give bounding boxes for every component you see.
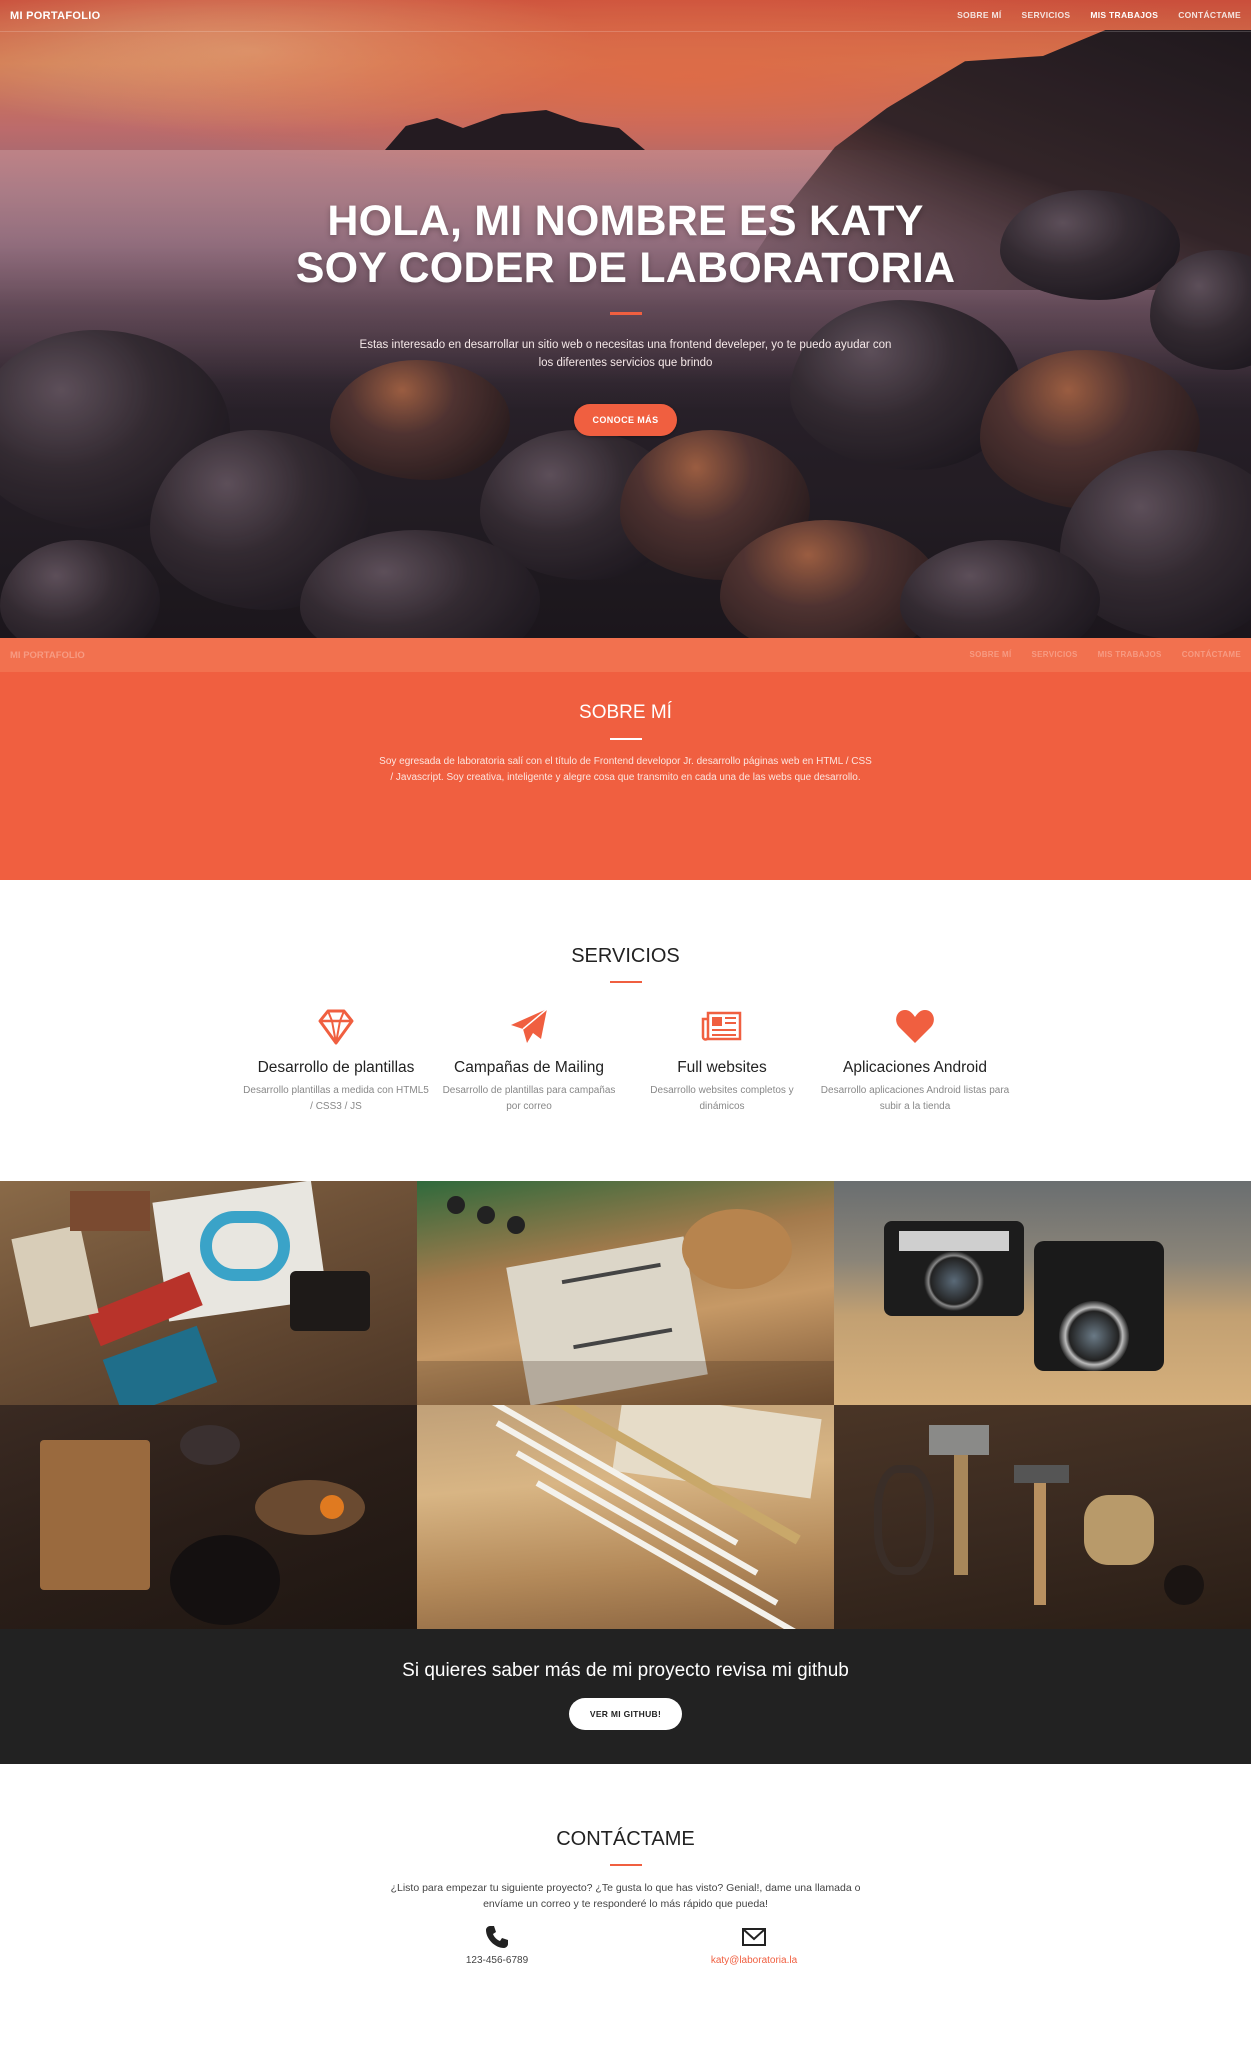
service-title: Aplicaciones Android [843, 1059, 987, 1076]
nav-brand[interactable]: MI PORTAFOLIO [10, 10, 100, 22]
paper-plane-icon [511, 1008, 548, 1043]
service-description: Desarrollo de plantillas para campañas p… [442, 1085, 616, 1112]
service-item-mailing: Campañas de Mailing Desarrollo de planti… [434, 1005, 624, 1115]
nav-link-contactame[interactable]: CONTÁCTAME [1178, 10, 1241, 20]
about-title: SOBRE MÍ [579, 702, 672, 723]
heart-icon [896, 1010, 934, 1043]
email-link[interactable]: katy@laboratoria.la [674, 1955, 834, 1966]
about-divider [610, 738, 642, 740]
service-item-websites: Full websites Desarrollo websites comple… [627, 1005, 817, 1115]
knob-shape [477, 1206, 495, 1224]
knob-shape [447, 1196, 465, 1214]
sticky-nav-brand[interactable]: MI PORTAFOLIO [10, 650, 85, 661]
kitchen-table-photo[interactable] [0, 1405, 417, 1629]
service-item-plantillas: Desarrollo de plantillas Desarrollo plan… [241, 1005, 431, 1115]
contact-phone: 123-456-6789 [417, 1924, 577, 1966]
bowl-shape [255, 1480, 365, 1535]
newspaper-icon [701, 1011, 742, 1041]
diamond-icon [318, 1009, 354, 1045]
orange-shape [320, 1495, 344, 1519]
sticky-nav-link-contactame[interactable]: CONTÁCTAME [1182, 650, 1241, 659]
hero-title-line2: SOY CODER DE LABORATORIA [295, 244, 956, 292]
services-divider [610, 981, 642, 983]
sticky-nav-link-servicios[interactable]: SERVICIOS [1032, 650, 1078, 659]
service-title: Desarrollo de plantillas [257, 1059, 415, 1076]
contact-divider [610, 1864, 642, 1866]
camera-lens-shape [924, 1251, 984, 1311]
hero-description: Estas interesado en desarrollar un sitio… [359, 339, 892, 369]
sticky-nav-link-sobre-mi[interactable]: SOBRE MÍ [970, 650, 1012, 659]
card-shape [11, 1224, 99, 1328]
axe-head-shape [929, 1425, 989, 1455]
service-description: Desarrollo aplicaciones Android listas p… [820, 1085, 1010, 1112]
mortar-shape [180, 1425, 240, 1465]
portfolio-gallery [0, 1181, 1251, 1629]
vintage-cameras-photo[interactable] [834, 1181, 1251, 1405]
nav-link-servicios[interactable]: SERVICIOS [1022, 10, 1071, 20]
hero-divider [610, 312, 642, 315]
cup-shape [1164, 1565, 1204, 1605]
tools-photo[interactable] [834, 1405, 1251, 1629]
service-description: Desarrollo plantillas a medida con HTML5… [243, 1085, 429, 1112]
hammer-handle-shape [1034, 1475, 1046, 1605]
cutting-board-shape [40, 1440, 150, 1590]
camera-shape [290, 1271, 370, 1331]
sticky-nav-link-mis-trabajos[interactable]: MIS TRABAJOS [1098, 650, 1162, 659]
github-section: Si quieres saber más de mi proyecto revi… [0, 1629, 1251, 1764]
nav-link-mis-trabajos[interactable]: MIS TRABAJOS [1090, 10, 1158, 20]
service-title: Campañas de Mailing [454, 1059, 604, 1076]
service-item-android: Aplicaciones Android Desarrollo aplicaci… [820, 1005, 1010, 1115]
services-title: SERVICIOS [571, 945, 680, 967]
nav-links: SOBRE MÍ SERVICIOS MIS TRABAJOS CONTÁCTA… [957, 10, 1241, 20]
hero-title: HOLA, MI NOMBRE ES KATY SOY CODER DE LAB… [0, 198, 1251, 292]
top-navbar: MI PORTAFOLIO SOBRE MÍ SERVICIOS MIS TRA… [0, 0, 1251, 32]
conoce-mas-button[interactable]: CONOCE MÁS [574, 404, 677, 436]
ver-github-button[interactable]: VER MI GITHUB! [569, 1698, 682, 1730]
desk-edge [417, 1361, 834, 1405]
camera-top-plate [899, 1231, 1009, 1251]
services-section: SERVICIOS Desarrollo de plantillas Desar… [0, 880, 1251, 1180]
print-shape [200, 1211, 290, 1281]
hero-overlay [0, 0, 1251, 638]
about-section: SOBRE MÍ Soy egresada de laboratoria sal… [0, 672, 1251, 880]
tongs-shape [874, 1465, 934, 1575]
service-description: Desarrollo websites completos y dinámico… [650, 1085, 794, 1112]
wooden-coaster-shape [682, 1209, 792, 1289]
notebook-desk-photo[interactable] [417, 1181, 834, 1405]
sticky-nav-links: SOBRE MÍ SERVICIOS MIS TRABAJOS CONTÁCTA… [970, 650, 1241, 659]
camera-lens-shape [1059, 1301, 1129, 1371]
workbench-flatlay-photo[interactable] [0, 1181, 417, 1405]
nav-link-sobre-mi[interactable]: SOBRE MÍ [957, 10, 1001, 20]
box-shape [70, 1191, 150, 1231]
skillet-shape [170, 1535, 280, 1625]
gloves-shape [1084, 1495, 1154, 1565]
pencils-photo[interactable] [417, 1405, 834, 1629]
github-text: Si quieres saber más de mi proyecto revi… [402, 1660, 849, 1681]
contact-text: ¿Listo para empezar tu siguiente proyect… [390, 1882, 861, 1910]
phone-icon [486, 1926, 508, 1948]
service-title: Full websites [677, 1059, 767, 1076]
phone-number[interactable]: 123-456-6789 [417, 1955, 577, 1966]
hero-title-line1: HOLA, MI NOMBRE ES KATY [327, 197, 924, 245]
envelope-icon [742, 1928, 766, 1946]
knob-shape [507, 1216, 525, 1234]
contact-section: CONTÁCTAME ¿Listo para empezar tu siguie… [0, 1764, 1251, 2048]
contact-email: katy@laboratoria.la [674, 1924, 834, 1966]
hammer-head-shape [1014, 1465, 1069, 1483]
contact-title: CONTÁCTAME [556, 1828, 695, 1850]
about-text: Soy egresada de laboratoria salí con el … [379, 756, 872, 783]
hero-section: MI PORTAFOLIO SOBRE MÍ SERVICIOS MIS TRA… [0, 0, 1251, 638]
sticky-navbar: MI PORTAFOLIO SOBRE MÍ SERVICIOS MIS TRA… [0, 638, 1251, 672]
